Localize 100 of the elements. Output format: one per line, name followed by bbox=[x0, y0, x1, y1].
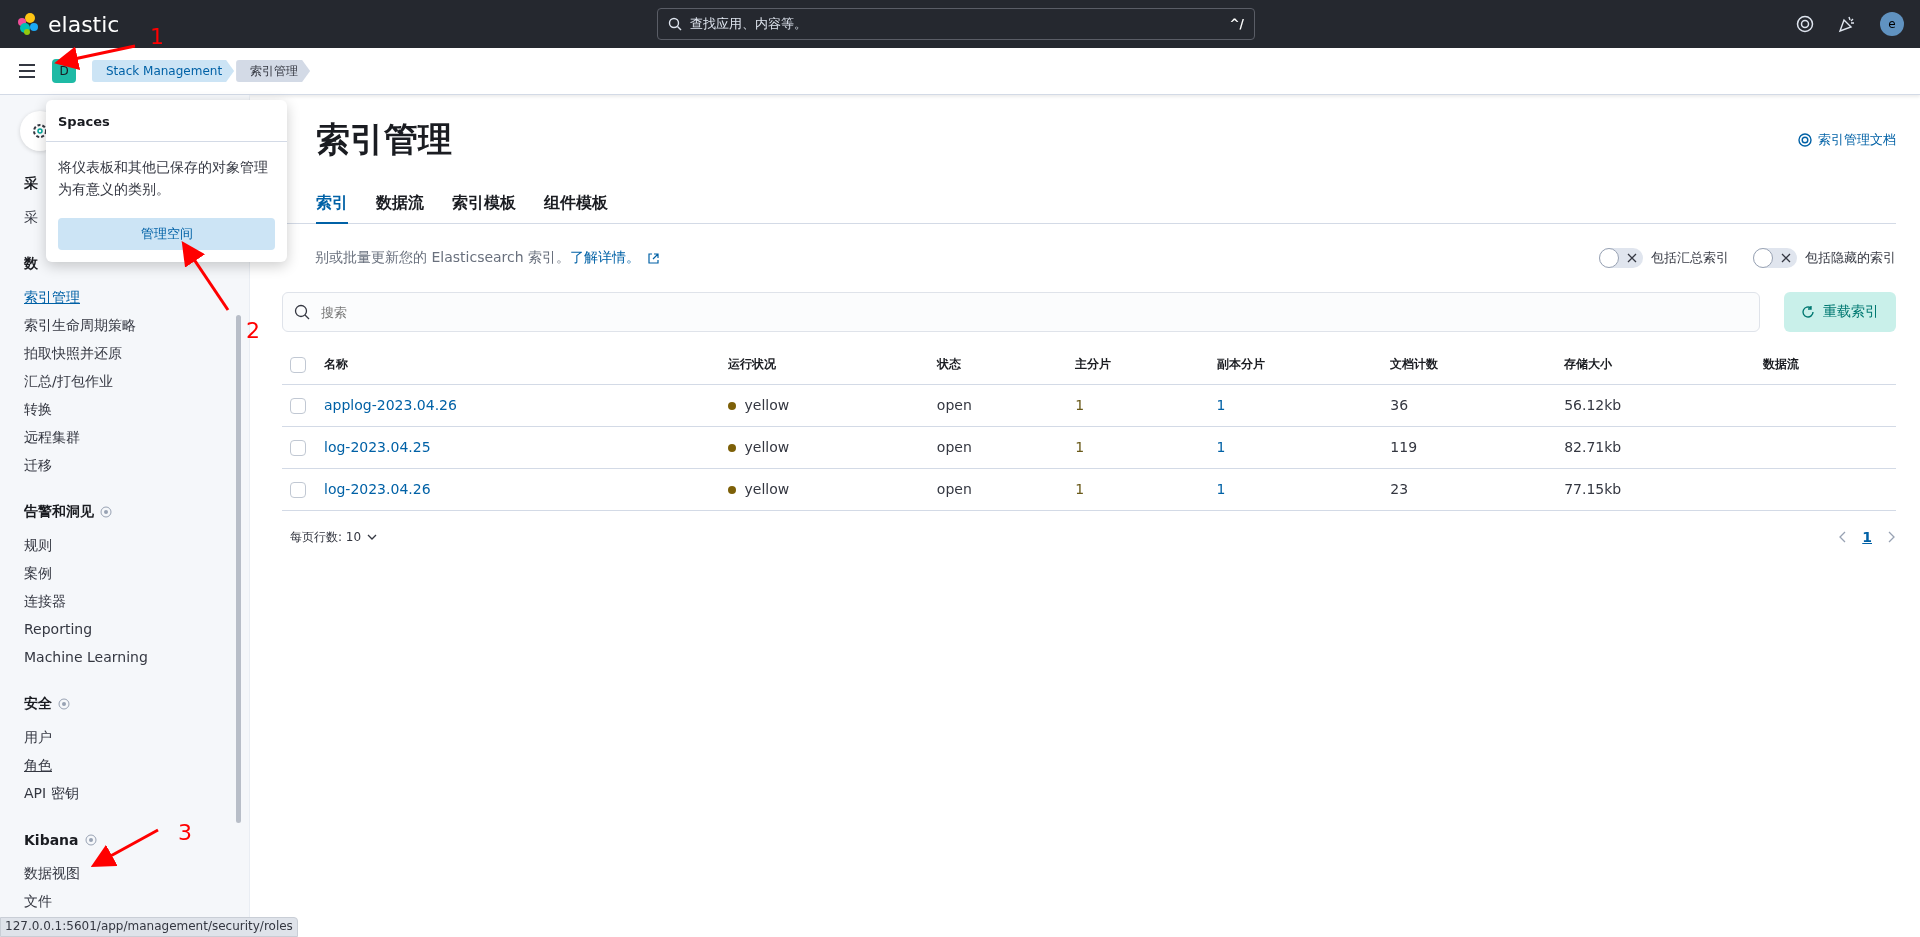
index-link[interactable]: applog-2023.04.26 bbox=[324, 397, 457, 413]
gear-icon bbox=[31, 122, 49, 140]
table-cell: open bbox=[936, 481, 972, 497]
table-cell: 1 bbox=[1216, 439, 1226, 455]
search-field[interactable]: 搜索 bbox=[282, 292, 1760, 332]
popover-title: Spaces bbox=[46, 100, 287, 142]
tab[interactable]: 组件模板 bbox=[544, 185, 608, 224]
table-cell: 1 bbox=[1216, 397, 1226, 413]
table-cell: 119 bbox=[1390, 439, 1418, 455]
toggle-label: 包括汇总索引 bbox=[1651, 249, 1729, 267]
index-link[interactable]: log-2023.04.25 bbox=[324, 439, 431, 455]
checkbox[interactable] bbox=[290, 356, 306, 373]
table-cell: open bbox=[936, 439, 972, 455]
page-link[interactable]: 1 bbox=[1856, 529, 1878, 545]
user-avatar[interactable]: e bbox=[1880, 12, 1904, 36]
column-header[interactable]: 运行状况 bbox=[720, 346, 929, 384]
sidebar-item[interactable]: 索引管理 bbox=[24, 283, 225, 311]
manage-spaces-button[interactable]: 管理空间 bbox=[58, 218, 275, 250]
sidebar-item[interactable]: 转换 bbox=[24, 395, 225, 423]
table-cell: 36 bbox=[1390, 397, 1409, 413]
column-header[interactable]: 存储大小 bbox=[1556, 346, 1755, 384]
toggle-switch[interactable] bbox=[1599, 248, 1643, 268]
column-header[interactable]: 数据流 bbox=[1754, 346, 1896, 384]
sidebar-item[interactable]: 文件 bbox=[24, 887, 225, 915]
table-cell: 77.15kb bbox=[1564, 481, 1622, 497]
section-title: 安全 bbox=[24, 695, 52, 713]
table-cell: 82.71kb bbox=[1564, 439, 1622, 455]
checkbox[interactable] bbox=[290, 481, 306, 498]
sidebar-item[interactable]: API 密钥 bbox=[24, 779, 225, 807]
table-cell: 1 bbox=[1075, 481, 1085, 497]
table-cell: yellow bbox=[744, 481, 790, 497]
index-link[interactable]: log-2023.04.26 bbox=[324, 481, 431, 497]
tab[interactable]: 索引 bbox=[316, 185, 348, 224]
status-url: 127.0.0.1:5601/app/management/security/roles bbox=[0, 917, 298, 937]
brand-name: elastic bbox=[48, 11, 120, 37]
section-title: 数 bbox=[24, 255, 38, 273]
shortcut-hint: ^/ bbox=[1229, 17, 1244, 31]
column-header[interactable]: 文档计数 bbox=[1382, 346, 1557, 384]
sidebar-item[interactable]: 角色 bbox=[24, 751, 225, 779]
cross-icon bbox=[1781, 253, 1791, 263]
reload-button[interactable]: 重载索引 bbox=[1784, 292, 1896, 332]
sidebar-item[interactable]: 拍取快照并还原 bbox=[24, 339, 225, 367]
search-field[interactable]: 查找应用、内容等。 ^/ bbox=[657, 8, 1255, 40]
sidebar-item[interactable]: 索引生命周期策略 bbox=[24, 311, 225, 339]
menu-icon[interactable] bbox=[18, 64, 36, 78]
tab[interactable]: 数据流 bbox=[376, 185, 424, 224]
tab[interactable]: 索引模板 bbox=[452, 185, 516, 224]
search-icon bbox=[668, 17, 682, 31]
table-cell: 56.12kb bbox=[1564, 397, 1622, 413]
table-cell: 23 bbox=[1390, 481, 1409, 497]
chevron-down-icon bbox=[367, 532, 378, 542]
toggle-label: 包括隐藏的索引 bbox=[1805, 249, 1896, 267]
sidebar-item[interactable]: 数据视图 bbox=[24, 859, 225, 887]
learn-more-link[interactable]: 了解详情。 bbox=[570, 249, 641, 267]
docs-link[interactable]: 索引管理文档 bbox=[1798, 131, 1896, 149]
party-icon[interactable] bbox=[1838, 15, 1856, 33]
sidebar-item[interactable]: 远程集群 bbox=[24, 423, 225, 451]
sidebar-item[interactable]: 案例 bbox=[24, 559, 225, 587]
help-icon[interactable] bbox=[1796, 15, 1814, 33]
annotation-arrow bbox=[90, 828, 159, 867]
annotation-arrow bbox=[181, 241, 230, 311]
next-page-icon[interactable] bbox=[1886, 531, 1896, 543]
column-header[interactable]: 主分片 bbox=[1067, 346, 1209, 384]
rows-per-page-button[interactable]: 每页行数: 10 bbox=[282, 528, 386, 546]
sidebar-item[interactable]: Machine Learning bbox=[24, 643, 225, 671]
table-cell: yellow bbox=[744, 397, 790, 413]
sidebar-item[interactable]: 连接器 bbox=[24, 587, 225, 615]
table-cell: 1 bbox=[1075, 397, 1085, 413]
elastic-logo-icon bbox=[16, 12, 40, 36]
page-title: 索引管理 bbox=[316, 118, 452, 161]
section-title: 告警和洞见 bbox=[24, 503, 94, 521]
column-header[interactable]: 名称 bbox=[316, 346, 721, 384]
external-link-icon bbox=[648, 252, 660, 264]
breadcrumb[interactable]: 索引管理 bbox=[236, 60, 311, 82]
annotation-number: 3 bbox=[178, 820, 192, 845]
sidebar-item[interactable]: 迁移 bbox=[24, 451, 225, 479]
cross-icon bbox=[1627, 253, 1637, 263]
checkbox[interactable] bbox=[290, 397, 306, 414]
refresh-icon bbox=[1801, 305, 1815, 319]
table-cell: open bbox=[936, 397, 972, 413]
annotation-number: 1 bbox=[150, 24, 164, 49]
description-text: 别或批量更新您的 Elasticsearch 索引。 bbox=[315, 249, 571, 267]
toggle-switch[interactable] bbox=[1753, 248, 1797, 268]
table-cell: 1 bbox=[1216, 481, 1226, 497]
annotation-number: 2 bbox=[246, 318, 260, 343]
table-cell: yellow bbox=[744, 439, 790, 455]
sidebar-item[interactable]: 规则 bbox=[24, 531, 225, 559]
column-header[interactable]: 状态 bbox=[928, 346, 1068, 384]
column-header[interactable]: 副本分片 bbox=[1208, 346, 1383, 384]
sidebar-item[interactable]: 汇总/打包作业 bbox=[24, 367, 225, 395]
popover-text: 将仪表板和其他已保存的对象管理为有意义的类别。 bbox=[57, 158, 269, 199]
sidebar-item[interactable]: Reporting bbox=[24, 615, 225, 643]
search-icon bbox=[294, 304, 310, 320]
checkbox[interactable] bbox=[290, 439, 306, 456]
table-cell: 1 bbox=[1075, 439, 1085, 455]
section-title: 采 bbox=[24, 175, 38, 193]
sidebar-item[interactable]: 用户 bbox=[24, 723, 225, 751]
help-icon bbox=[1798, 133, 1812, 147]
scrollbar[interactable] bbox=[236, 315, 241, 823]
breadcrumb[interactable]: Stack Management bbox=[92, 60, 235, 82]
